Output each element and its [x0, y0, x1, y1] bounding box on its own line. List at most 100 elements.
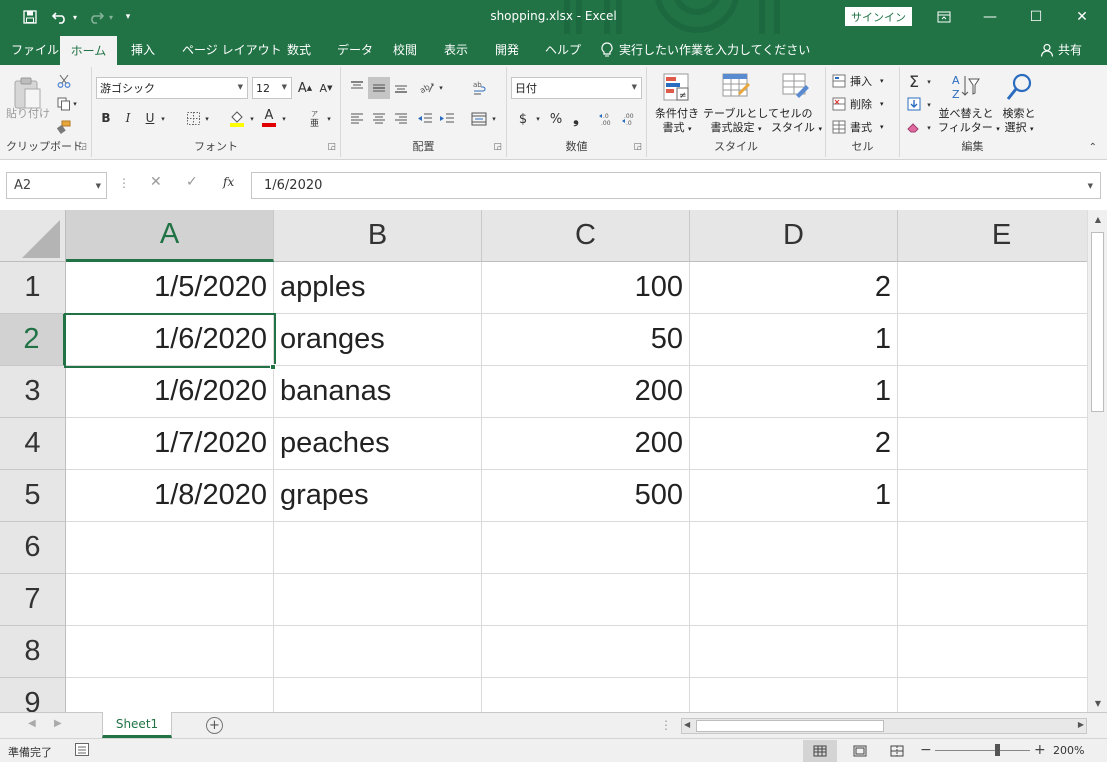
tab-file[interactable]: ファイル: [11, 34, 59, 65]
cell-a8[interactable]: [66, 626, 274, 678]
select-all-corner[interactable]: [0, 210, 66, 262]
row-header-1[interactable]: 1: [0, 262, 66, 314]
column-header-e[interactable]: E: [898, 210, 1087, 262]
cell-c2[interactable]: 50: [482, 314, 690, 366]
wrap-text-icon[interactable]: ab: [469, 77, 491, 99]
cell-a4[interactable]: 1/7/2020: [66, 418, 274, 470]
cell-e2[interactable]: [898, 314, 1087, 366]
zoom-slider-track[interactable]: [935, 750, 1030, 751]
column-header-c[interactable]: C: [482, 210, 690, 262]
cell-c7[interactable]: [482, 574, 690, 626]
row-header-5[interactable]: 5: [0, 470, 66, 522]
sheet-next-arrow-icon[interactable]: ▶: [54, 718, 62, 729]
cell-b9[interactable]: [274, 678, 482, 712]
format-as-table-label[interactable]: テーブルとして 書式設定 ▾: [703, 107, 779, 136]
close-button[interactable]: ✕: [1059, 0, 1105, 34]
shrink-font-button[interactable]: A ▼: [318, 79, 334, 97]
currency-button[interactable]: $: [515, 109, 531, 129]
cell-c1[interactable]: 100: [482, 262, 690, 314]
worksheet-grid[interactable]: A B C D E 1 2 3 4 5 6 7 8 9 1/5/2020 app…: [0, 210, 1087, 712]
sort-filter-label[interactable]: 並べ替えと フィルター ▾: [938, 107, 1000, 136]
conditional-formatting-label[interactable]: 条件付き 書式 ▾: [651, 107, 703, 136]
cell-b7[interactable]: [274, 574, 482, 626]
cancel-entry-button[interactable]: ✕: [150, 174, 162, 190]
cell-a9[interactable]: [66, 678, 274, 712]
grow-font-button[interactable]: A ▲: [297, 79, 313, 97]
tab-developer[interactable]: 開発: [495, 34, 519, 65]
signin-button[interactable]: サインイン: [845, 7, 912, 26]
format-cells-button[interactable]: 書式 ▾: [832, 119, 884, 135]
align-left-icon[interactable]: [347, 109, 367, 129]
align-bottom-icon[interactable]: [391, 77, 411, 97]
decrease-indent-icon[interactable]: [415, 109, 435, 129]
minimize-button[interactable]: —: [967, 0, 1013, 34]
borders-icon[interactable]: [184, 109, 202, 127]
tab-review[interactable]: 校閲: [393, 34, 417, 65]
cell-a5[interactable]: 1/8/2020: [66, 470, 274, 522]
scroll-up-arrow-icon[interactable]: ▲: [1091, 212, 1105, 226]
cell-e1[interactable]: [898, 262, 1087, 314]
delete-cells-button[interactable]: 削除 ▾: [832, 96, 884, 112]
cell-c6[interactable]: [482, 522, 690, 574]
tab-page-layout[interactable]: ページ レイアウト: [182, 34, 282, 65]
cut-icon[interactable]: [56, 73, 72, 89]
format-painter-icon[interactable]: [56, 119, 72, 135]
cell-e5[interactable]: [898, 470, 1087, 522]
cell-d8[interactable]: [690, 626, 898, 678]
cell-e6[interactable]: [898, 522, 1087, 574]
cell-b1[interactable]: apples: [274, 262, 482, 314]
cell-c4[interactable]: 200: [482, 418, 690, 470]
cell-d1[interactable]: 2: [690, 262, 898, 314]
cell-d3[interactable]: 1: [690, 366, 898, 418]
insert-cells-button[interactable]: 挿入 ▾: [832, 73, 884, 89]
new-sheet-button[interactable]: +: [206, 717, 223, 734]
scroll-right-arrow-icon[interactable]: ▶: [1078, 720, 1084, 729]
find-select-icon[interactable]: [1002, 71, 1036, 103]
cell-b8[interactable]: [274, 626, 482, 678]
cell-d4[interactable]: 2: [690, 418, 898, 470]
cell-c5[interactable]: 500: [482, 470, 690, 522]
enter-entry-button[interactable]: ✓: [186, 174, 198, 190]
number-launcher-icon[interactable]: ◲: [633, 142, 642, 152]
copy-icon[interactable]: ▾: [54, 96, 80, 112]
cell-d9[interactable]: [690, 678, 898, 712]
percent-button[interactable]: %: [547, 109, 565, 129]
font-color-button[interactable]: A: [260, 107, 278, 129]
increase-decimal-icon[interactable]: .0.00: [597, 109, 617, 129]
fill-color-dropdown-icon[interactable]: ▾: [247, 111, 257, 127]
row-header-6[interactable]: 6: [0, 522, 66, 574]
underline-dropdown-icon[interactable]: ▾: [158, 111, 168, 127]
merge-center-icon[interactable]: [469, 109, 489, 129]
name-box[interactable]: A2 ▼: [6, 172, 107, 199]
column-header-b[interactable]: B: [274, 210, 482, 262]
eraser-icon[interactable]: [906, 119, 922, 135]
cell-e3[interactable]: [898, 366, 1087, 418]
cell-e9[interactable]: [898, 678, 1087, 712]
fill-handle[interactable]: [270, 364, 276, 370]
sheet-tab-sheet1[interactable]: Sheet1: [102, 712, 172, 738]
sheet-prev-arrow-icon[interactable]: ◀: [28, 718, 36, 729]
scroll-down-arrow-icon[interactable]: ▼: [1091, 696, 1105, 710]
row-header-7[interactable]: 7: [0, 574, 66, 626]
collapse-ribbon-icon[interactable]: ⌃: [1089, 142, 1097, 153]
tab-data[interactable]: データ: [337, 34, 373, 65]
autosum-icon[interactable]: Σ: [906, 72, 922, 91]
horizontal-scrollbar[interactable]: ◀ ▶: [681, 718, 1087, 734]
tab-split-handle[interactable]: ⋮: [660, 718, 672, 732]
fill-dropdown-icon[interactable]: ▾: [924, 98, 934, 112]
zoom-percentage[interactable]: 200%: [1053, 744, 1084, 757]
vertical-scrollbar[interactable]: ▲ ▼: [1087, 210, 1107, 712]
ribbon-display-options-icon[interactable]: [921, 0, 967, 34]
cell-b2[interactable]: oranges: [274, 314, 482, 366]
share-button[interactable]: 共有: [1040, 34, 1082, 65]
find-select-label[interactable]: 検索と 選択 ▾: [998, 107, 1040, 136]
cell-b6[interactable]: [274, 522, 482, 574]
cell-a7[interactable]: [66, 574, 274, 626]
tab-home[interactable]: ホーム: [60, 36, 117, 65]
font-name-combobox[interactable]: 游ゴシック ▼: [96, 77, 248, 99]
tab-view[interactable]: 表示: [444, 34, 468, 65]
bold-button[interactable]: B: [98, 109, 114, 127]
clipboard-launcher-icon[interactable]: ◲: [78, 142, 87, 152]
row-header-4[interactable]: 4: [0, 418, 66, 470]
orientation-dropdown-icon[interactable]: ▾: [436, 81, 446, 95]
